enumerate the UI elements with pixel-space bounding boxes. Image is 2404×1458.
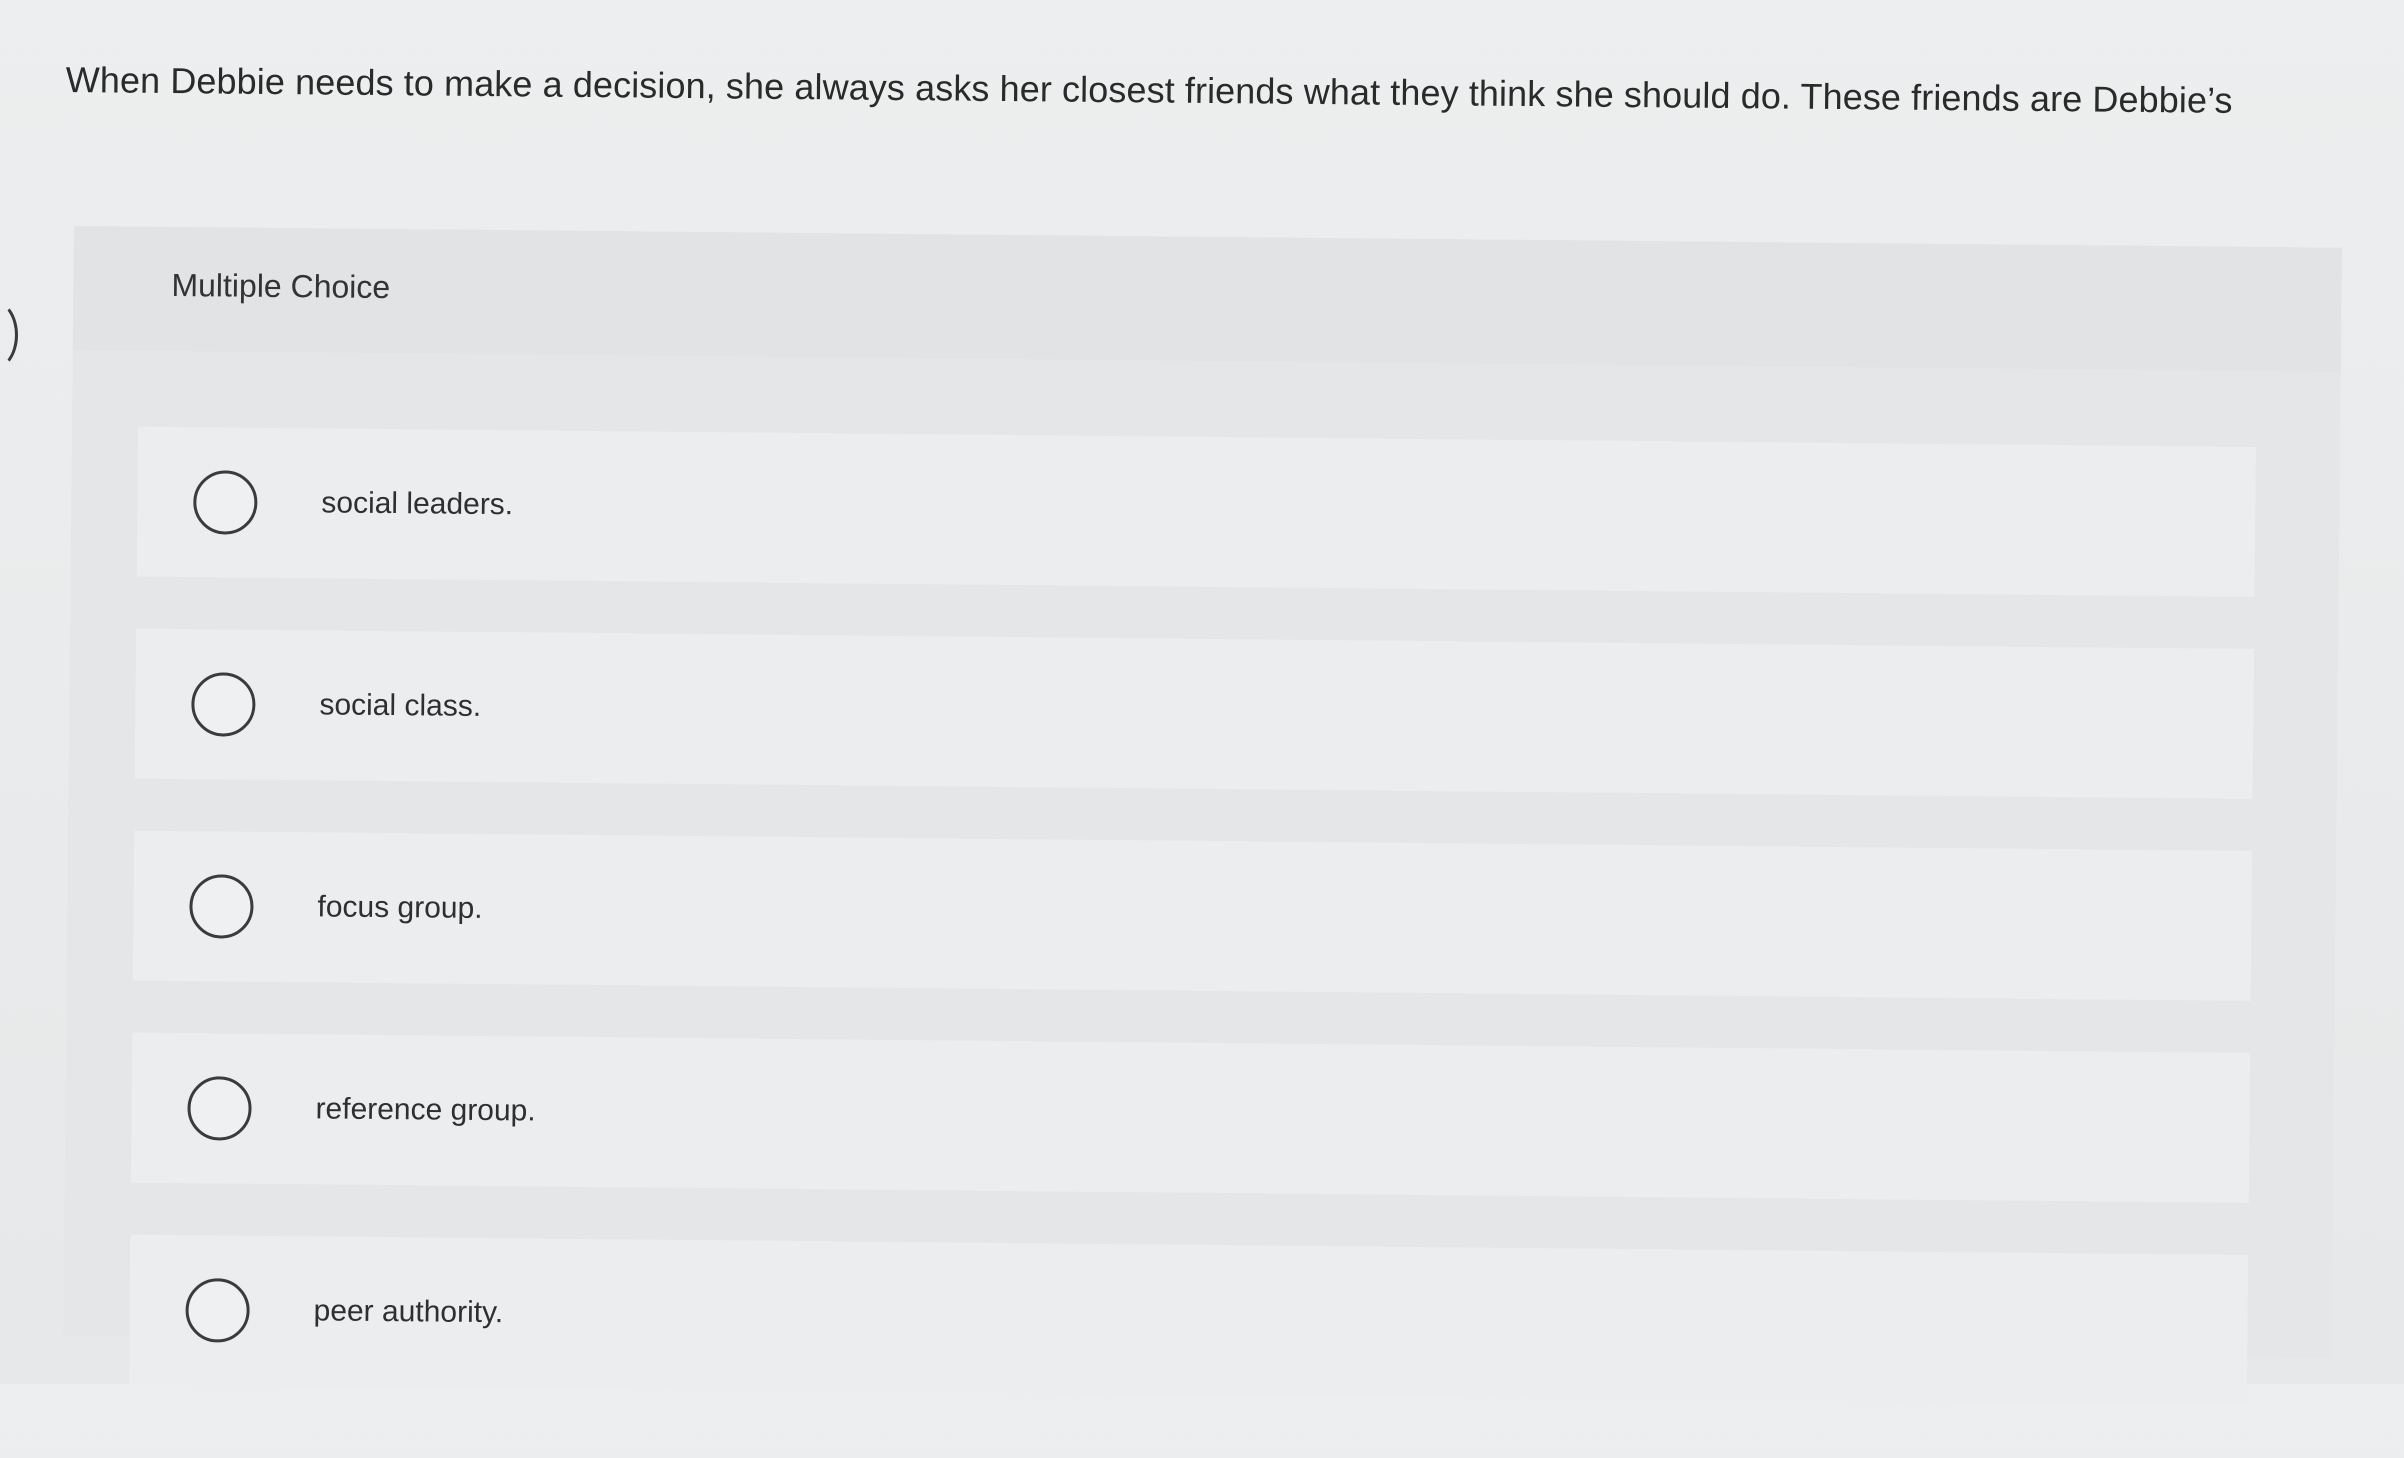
answer-option-label: social leaders. [321, 486, 514, 522]
answer-option-peer-authority[interactable]: peer authority. [128, 1234, 2249, 1405]
multiple-choice-header: Multiple Choice [72, 226, 2342, 372]
answer-option-social-class[interactable]: social class. [134, 628, 2255, 799]
multiple-choice-label: Multiple Choice [171, 266, 391, 306]
answer-option-social-leaders[interactable]: social leaders. [136, 426, 2256, 597]
answer-option-focus-group[interactable]: focus group. [132, 830, 2253, 1001]
answer-option-label: focus group. [317, 890, 483, 925]
answer-option-label: social class. [319, 688, 482, 723]
radio-circle-icon[interactable] [187, 1076, 252, 1141]
radio-circle-icon[interactable] [185, 1278, 250, 1343]
radio-circle-icon[interactable] [189, 874, 254, 939]
multiple-choice-panel: Multiple Choice social leaders. social c… [63, 226, 2342, 1405]
radio-circle-icon[interactable] [191, 672, 256, 737]
radio-circle-icon[interactable] [193, 470, 258, 535]
answer-option-label: peer authority. [313, 1294, 504, 1330]
answer-option-reference-group[interactable]: reference group. [130, 1032, 2251, 1203]
answer-options: social leaders. social class. focus grou… [128, 426, 2256, 1457]
question-text: When Debbie needs to make a decision, sh… [65, 58, 2233, 121]
answer-option-label: reference group. [315, 1092, 536, 1128]
partial-nav-arrow [0, 300, 18, 370]
